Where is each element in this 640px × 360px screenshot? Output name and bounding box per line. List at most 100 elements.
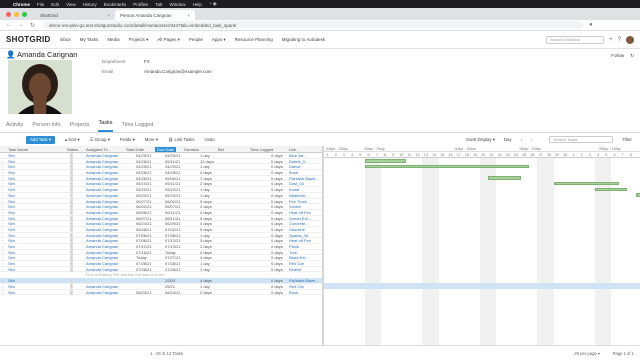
chevron-right-icon[interactable]: › xyxy=(531,137,532,142)
cell-task[interactable]: Sim xyxy=(8,267,15,273)
cell-task[interactable]: Sim xyxy=(8,255,15,261)
cell-link[interactable]: Fishtank Blaze... xyxy=(289,278,319,284)
cell-link[interactable]: Tree xyxy=(289,250,297,256)
cell-task[interactable]: Sim xyxy=(8,199,15,205)
wifi-icon[interactable]: ◔ ◉ xyxy=(209,1,217,7)
cell-link[interactable]: Heat off Fire xyxy=(289,238,311,244)
column-header[interactable]: Start Date xyxy=(126,147,144,152)
filter-button[interactable]: Filter xyxy=(622,137,632,142)
sort-button[interactable]: ▴ Sort ▾ xyxy=(65,137,80,143)
cell-assignee[interactable]: Amanda Carignan xyxy=(86,255,118,261)
row-checkbox[interactable]: ▫ xyxy=(2,187,3,193)
row-checkbox[interactable]: ▫ xyxy=(2,284,3,290)
cell-link[interactable]: Concrete... xyxy=(289,221,309,227)
cell-assignee[interactable]: Amanda Carignan xyxy=(86,227,118,233)
browser-tab[interactable]: ShotGrid × xyxy=(35,10,115,20)
tab-person-info[interactable]: Person Info xyxy=(32,122,60,132)
person-photo[interactable] xyxy=(8,60,72,114)
cell-assignee[interactable]: Amanda Carignan xyxy=(86,153,118,159)
help-icon[interactable]: ? xyxy=(618,37,621,43)
cell-link[interactable]: Waterfall... xyxy=(289,193,308,199)
cell-assignee[interactable]: Amanda Carignan xyxy=(86,170,118,176)
gantt-selected-row[interactable] xyxy=(324,283,640,290)
cell-task[interactable]: Sim xyxy=(8,244,15,250)
cell-link[interactable]: Fishtank Blaze... xyxy=(289,176,319,182)
cell-task[interactable]: Sim xyxy=(8,181,15,187)
nav-people[interactable]: People xyxy=(189,37,203,42)
cell-link[interactable]: Black Ext... xyxy=(289,255,309,261)
more-button[interactable]: More ▾ xyxy=(145,137,158,143)
cell-task[interactable]: Sim xyxy=(8,238,15,244)
cell-task[interactable]: Sim xyxy=(8,159,15,165)
gantt-task-bar[interactable] xyxy=(594,187,628,192)
tab-time-logged[interactable]: Time Logged xyxy=(122,122,154,132)
cell-link[interactable]: Fire Truck xyxy=(289,199,307,205)
row-checkbox[interactable]: ▫ xyxy=(2,290,3,296)
maximize-window-button[interactable] xyxy=(22,12,27,17)
menubar-item[interactable]: Help xyxy=(193,2,202,7)
row-checkbox[interactable]: ▫ xyxy=(2,255,3,261)
cell-link[interactable]: Rock xyxy=(289,290,298,296)
cell-assignee[interactable]: Amanda Carignan xyxy=(86,176,118,182)
tab-activity[interactable]: Activity xyxy=(6,122,23,132)
gantt-display-button[interactable]: Gantt Display ▾ xyxy=(466,137,495,143)
gantt-task-bar[interactable] xyxy=(488,176,521,180)
scale-select[interactable]: Day xyxy=(504,137,512,142)
cell-task[interactable]: Sim xyxy=(8,204,15,210)
row-checkbox[interactable]: ▫ xyxy=(2,244,3,250)
user-avatar[interactable] xyxy=(626,35,634,44)
nav-media[interactable]: Media xyxy=(107,37,119,42)
cell-assignee[interactable]: Amanda Carignan xyxy=(86,233,118,239)
tab-tasks[interactable]: Tasks xyxy=(98,120,113,132)
row-checkbox[interactable]: ▫ xyxy=(2,267,3,273)
row-checkbox[interactable]: ▫ xyxy=(2,278,3,284)
cell-link[interactable]: Kinesit xyxy=(289,267,301,273)
cell-task[interactable]: Sim xyxy=(8,221,15,227)
cell-assignee[interactable]: Amanda Carignan xyxy=(86,250,118,256)
refresh-icon[interactable]: ↻ xyxy=(630,53,634,59)
row-checkbox[interactable]: ▫ xyxy=(2,153,3,159)
row-checkbox[interactable]: ▫ xyxy=(2,181,3,187)
cell-link[interactable]: Dance xyxy=(289,164,301,170)
plus-icon[interactable]: + xyxy=(609,37,613,43)
row-checkbox[interactable]: ▫ xyxy=(2,176,3,182)
cell-task[interactable]: Sim xyxy=(8,290,15,296)
row-checkbox[interactable]: ▫ xyxy=(2,159,3,165)
cell-link[interactable]: Gasoline xyxy=(289,227,305,233)
column-header[interactable]: Link xyxy=(289,147,296,152)
cell-link[interactable]: Smoke xyxy=(289,204,301,210)
cell-task[interactable]: Sim xyxy=(8,261,15,267)
cell-link[interactable]: Bush xyxy=(289,170,298,176)
cell-task[interactable]: Sim xyxy=(8,233,15,239)
nav-my-tasks[interactable]: My Tasks xyxy=(80,37,99,42)
fields-button[interactable]: Fields ▾ xyxy=(120,137,135,143)
department-value[interactable]: FX xyxy=(144,59,150,69)
row-checkbox[interactable]: ▫ xyxy=(2,233,3,239)
cell-task[interactable]: Sim xyxy=(8,278,15,284)
column-header[interactable]: Bid xyxy=(218,147,224,152)
cell-assignee[interactable]: Amanda Carignan xyxy=(86,284,118,290)
cell-task[interactable]: Sim xyxy=(8,210,15,216)
address-bar[interactable]: demo-res-plan-go.test.shotgunstudio.com/… xyxy=(43,21,584,29)
cell-assignee[interactable]: Amanda Carignan xyxy=(86,210,118,216)
cell-assignee[interactable]: Amanda Carignan xyxy=(86,181,118,187)
cell-link[interactable]: Dust_03 xyxy=(289,181,304,187)
cell-assignee[interactable]: Amanda Carignan xyxy=(86,221,118,227)
menubar-item[interactable]: View xyxy=(66,2,76,7)
menubar-item[interactable]: Window xyxy=(170,2,186,7)
cell-assignee[interactable]: Amanda Carignan xyxy=(86,261,118,267)
cell-task[interactable]: Sim xyxy=(8,170,15,176)
forward-icon[interactable]: → xyxy=(18,22,24,28)
cell-task[interactable]: Sim xyxy=(8,153,15,159)
menubar-item[interactable]: File xyxy=(37,2,44,7)
column-header[interactable]: Task Name xyxy=(8,147,28,152)
cell-link[interactable]: Heat off Fire xyxy=(289,210,311,216)
cell-task[interactable]: Sim xyxy=(8,227,15,233)
row-checkbox[interactable]: ▫ xyxy=(2,250,3,256)
nav-all-pages[interactable]: All Pages ▾ xyxy=(157,37,180,43)
close-icon[interactable]: × xyxy=(187,13,190,18)
cell-task[interactable]: Sim xyxy=(8,176,15,182)
cell-link[interactable]: Ocean Ext... xyxy=(289,216,311,222)
table-row[interactable]: ▫ Sim - Amanda Carignan 08/23/21 08/24/21 2 da… xyxy=(0,289,322,296)
cell-link[interactable]: Red Car xyxy=(289,261,304,267)
